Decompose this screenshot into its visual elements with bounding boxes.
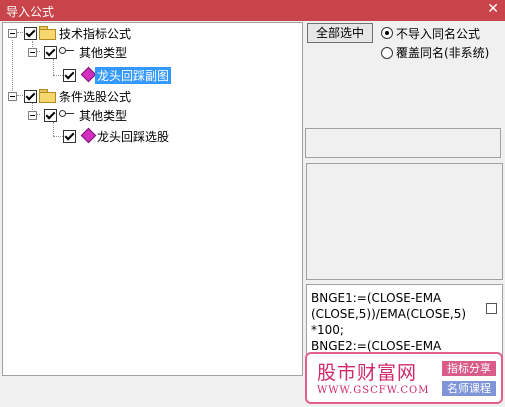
checkbox[interactable] bbox=[63, 130, 76, 143]
radio-overwrite-label: 覆盖同名(非系统) bbox=[396, 46, 490, 60]
checkbox[interactable] bbox=[63, 69, 76, 82]
watermark-tag-course: 名师课程 bbox=[442, 381, 496, 396]
window-title: 导入公式 bbox=[6, 5, 55, 19]
code-line: (CLOSE,5))/EMA(CLOSE,5) bbox=[311, 307, 467, 321]
folder-icon bbox=[39, 89, 56, 103]
info-field bbox=[305, 128, 501, 158]
tree-item-label: 其他类型 bbox=[79, 109, 128, 123]
checkbox[interactable] bbox=[24, 90, 37, 103]
tree-item-label: 技术指标公式 bbox=[59, 27, 132, 41]
select-all-button[interactable]: 全部选中 bbox=[307, 23, 373, 43]
watermark-name: 股市财富网 bbox=[317, 362, 418, 384]
title-bar: 导入公式 ✕ bbox=[0, 0, 505, 21]
radio-skip-label: 不导入同名公式 bbox=[396, 27, 481, 41]
watermark-tag-share: 指标分享 bbox=[442, 361, 496, 376]
description-box bbox=[306, 163, 503, 280]
collapse-icon[interactable] bbox=[28, 48, 37, 57]
checkbox[interactable] bbox=[44, 109, 57, 122]
collapse-icon[interactable] bbox=[8, 29, 17, 38]
radio-overwrite-duplicates[interactable] bbox=[381, 47, 393, 59]
checkbox[interactable] bbox=[24, 27, 37, 40]
options-panel: 全部选中 不导入同名公式 覆盖同名(非系统) BNGE1:=(CLOSE-EMA… bbox=[305, 22, 505, 376]
formula-tree[interactable]: 技术指标公式 其他类型 龙头回踩副图 条件选股公式 其他类型 龙头回踩选股 bbox=[2, 22, 303, 376]
formula-gem-icon bbox=[80, 66, 97, 83]
tree-item-condition-formulas[interactable]: 条件选股公式 bbox=[3, 87, 293, 105]
tree-item-indicator-formulas[interactable]: 技术指标公式 bbox=[3, 24, 293, 42]
code-line: *100; bbox=[311, 323, 344, 337]
tree-item-label: 条件选股公式 bbox=[59, 90, 132, 104]
folder-icon bbox=[39, 26, 56, 40]
radio-skip-duplicates[interactable] bbox=[381, 27, 393, 39]
code-line: BNGE2:=(CLOSE-EMA bbox=[311, 339, 442, 353]
code-checkbox[interactable] bbox=[486, 303, 497, 314]
collapse-icon[interactable] bbox=[28, 111, 37, 120]
checkbox[interactable] bbox=[44, 46, 57, 59]
tree-item-other-types[interactable]: 其他类型 bbox=[3, 43, 293, 61]
code-line: BNGE1:=(CLOSE-EMA bbox=[311, 291, 442, 305]
key-icon bbox=[59, 47, 75, 55]
tree-item-dragon-screener[interactable]: 龙头回踩选股 bbox=[3, 127, 293, 145]
tree-item-label: 龙头回踩选股 bbox=[97, 130, 170, 144]
formula-gem-icon bbox=[80, 127, 97, 144]
tree-item-label-selected: 龙头回踩副图 bbox=[95, 67, 172, 84]
tree-item-other-types-2[interactable]: 其他类型 bbox=[3, 106, 293, 124]
tree-item-dragon-subchart[interactable]: 龙头回踩副图 bbox=[3, 66, 293, 84]
site-watermark: 股市财富网 WWW.GSCFW.COM 指标分享 名师课程 bbox=[305, 352, 503, 404]
key-icon bbox=[59, 110, 75, 118]
tree-item-label: 其他类型 bbox=[79, 46, 128, 60]
watermark-url: WWW.GSCFW.COM bbox=[317, 385, 430, 396]
close-icon[interactable]: ✕ bbox=[487, 1, 499, 17]
collapse-icon[interactable] bbox=[8, 92, 17, 101]
